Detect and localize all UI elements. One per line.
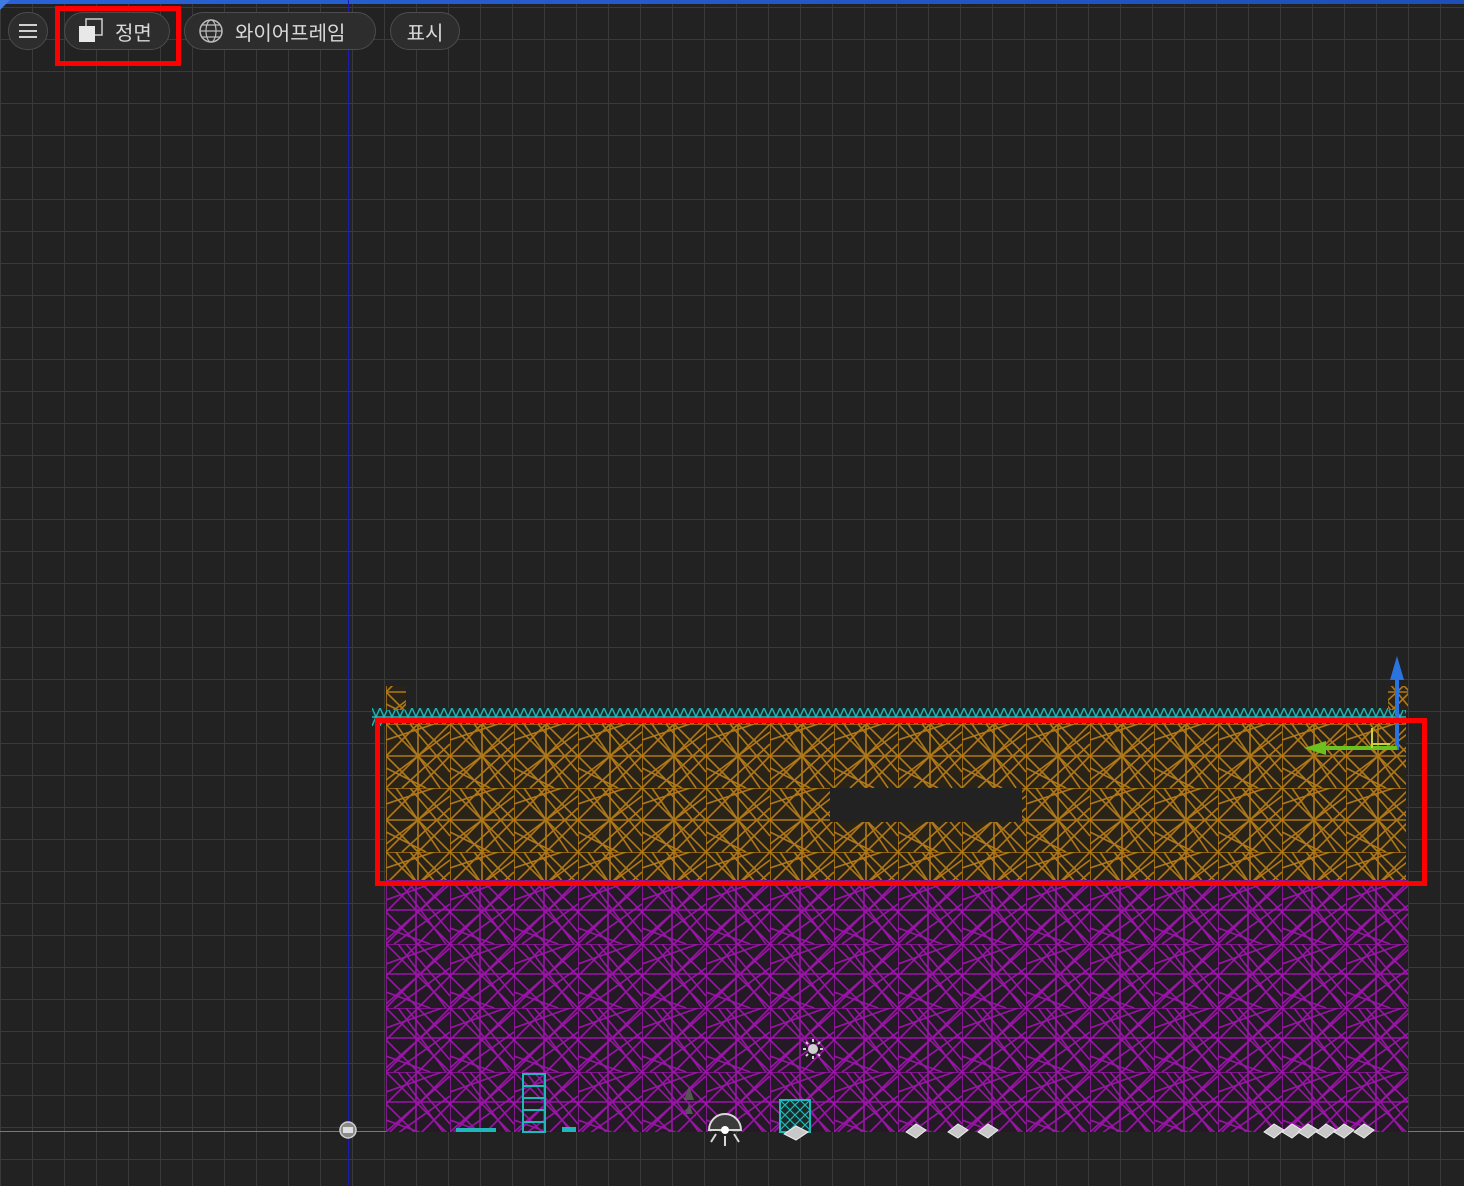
show-dropdown-label: 표시	[406, 20, 444, 45]
directional-light-icon[interactable]	[707, 1113, 743, 1146]
small-object[interactable]	[562, 1127, 576, 1132]
shading-mode-dropdown[interactable]: 와이어프레임	[184, 12, 376, 50]
shading-mode-label: 와이어프레임	[235, 20, 346, 45]
wireframe-wall-left-cap	[386, 686, 406, 710]
view-dropdown-highlight	[55, 6, 181, 66]
wireframe-wall-lower[interactable]	[386, 880, 1408, 1132]
hamburger-icon	[19, 24, 37, 38]
show-dropdown[interactable]: 표시	[390, 12, 460, 50]
light-icon[interactable]	[803, 1039, 823, 1059]
wireframe-globe-icon	[199, 19, 223, 43]
scene-canvas[interactable]	[0, 0, 1464, 1186]
camera-icon[interactable]	[339, 1121, 357, 1139]
small-object[interactable]	[456, 1128, 496, 1132]
selected-wall-highlight	[375, 718, 1427, 886]
viewport-3d[interactable]: 정면 와이어프레임 표시	[0, 0, 1464, 1186]
menu-button[interactable]	[8, 12, 48, 50]
gizmo-up-arrowhead[interactable]	[1390, 656, 1404, 680]
